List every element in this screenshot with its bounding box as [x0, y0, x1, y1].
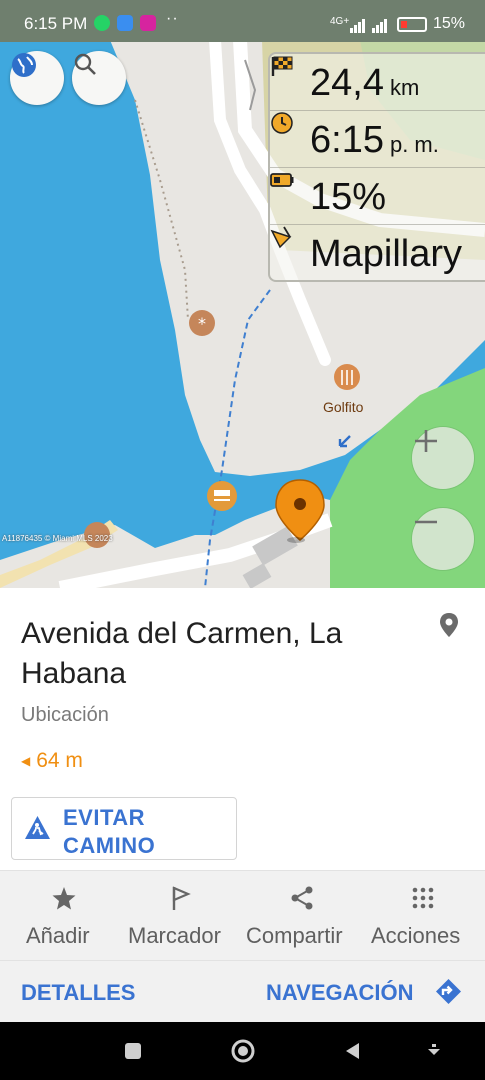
more-notifications-icon: ·· [166, 10, 179, 27]
flag-icon [172, 886, 191, 910]
distance-value: 24,4 [310, 62, 384, 104]
marker-button[interactable]: Marcador [126, 871, 236, 961]
distance-row[interactable]: 24,4 km [270, 54, 485, 111]
whatsapp-icon [94, 15, 110, 31]
navigation-diamond-icon[interactable] [435, 978, 462, 1005]
grid-dots-icon [412, 887, 434, 909]
recent-apps-button[interactable] [118, 1036, 148, 1066]
avoid-road-button[interactable]: EVITAR CAMINO [11, 797, 237, 860]
place-distance: ◀ 64 m [21, 749, 83, 773]
share-icon [291, 886, 313, 910]
minus-icon [415, 520, 437, 524]
app-notification-icon [117, 15, 133, 31]
time-row[interactable]: 6:15 p. m. [270, 111, 485, 168]
globe-icon [12, 53, 36, 77]
map-style-button[interactable] [10, 51, 64, 105]
place-title: Avenida del Carmen, La Habana [21, 617, 343, 690]
marker-label: Marcador [128, 923, 221, 948]
hide-nav-button[interactable] [419, 1036, 449, 1066]
road-works-icon [25, 816, 50, 839]
share-button[interactable]: Compartir [246, 871, 362, 961]
action-bar: Añadir Marcador Compartir Acciones [0, 870, 485, 960]
square-icon [125, 1043, 141, 1059]
signal-icon [350, 19, 387, 33]
system-nav-bar [0, 1022, 485, 1080]
plus-icon [415, 430, 437, 452]
mapillary-icon [270, 226, 292, 249]
battery-row[interactable]: 15% [270, 168, 485, 225]
time-value: 6:15 [310, 119, 384, 161]
details-button[interactable]: DETALLES [21, 980, 135, 1006]
star-icon [52, 887, 76, 910]
place-type: Ubicación [21, 704, 109, 726]
navigation-button[interactable]: NAVEGACIÓN [266, 980, 414, 1006]
back-triangle-icon [346, 1043, 359, 1059]
map-copyright: A11876435 © Miami MLS 2023 [2, 534, 113, 543]
battery-value: 15% [310, 176, 387, 218]
battery-status-icon [397, 17, 427, 32]
zoom-out-button[interactable] [412, 508, 474, 570]
status-time: 6:15 PM [24, 14, 88, 33]
instagram-icon [140, 15, 156, 31]
layer-row[interactable]: Mapillary [270, 225, 485, 282]
more-actions-button[interactable]: Acciones [370, 871, 480, 961]
time-unit: p. m. [389, 132, 439, 157]
add-label: Añadir [26, 923, 90, 948]
poi-label-golfito[interactable]: Golfito [323, 399, 363, 415]
search-button[interactable] [72, 51, 126, 105]
layer-value: Mapillary [310, 233, 463, 275]
chevron-down-icon [428, 1044, 440, 1055]
share-label: Compartir [246, 923, 343, 948]
avoid-road-label: EVITAR CAMINO [63, 805, 156, 858]
add-button[interactable]: Añadir [14, 871, 114, 961]
place-sheet: Avenida del Carmen, La Habana Ubicación … [0, 588, 485, 870]
svg-text:*: * [198, 314, 206, 333]
back-button[interactable] [338, 1036, 368, 1066]
building [242, 563, 272, 588]
direction-icon: ◀ [21, 754, 31, 768]
bottom-links: DETALLES NAVEGACIÓN [0, 960, 485, 1022]
more-actions-label: Acciones [371, 923, 461, 948]
checkered-flag-icon [271, 56, 293, 76]
network-type: 4G+ [330, 16, 350, 27]
clock-icon [271, 112, 293, 134]
distance-unit: km [389, 75, 420, 100]
battery-icon [270, 173, 294, 187]
map-view[interactable]: * 24,4 km 6:15 p. m. 15% Mapillary Golfi… [0, 0, 485, 588]
home-circle-icon [231, 1039, 255, 1063]
status-bar: 6:15 PM ·· 4G+ 15% [0, 0, 485, 42]
distance-text: 64 m [36, 749, 83, 772]
search-icon [74, 53, 96, 75]
direction-arrow-icon [338, 435, 351, 448]
battery-percent: 15% [433, 15, 466, 32]
trip-info-widget[interactable]: 24,4 km 6:15 p. m. 15% Mapillary [268, 52, 485, 282]
home-button[interactable] [228, 1036, 258, 1066]
zoom-in-button[interactable] [412, 427, 474, 489]
map-pin-icon[interactable] [437, 612, 461, 638]
